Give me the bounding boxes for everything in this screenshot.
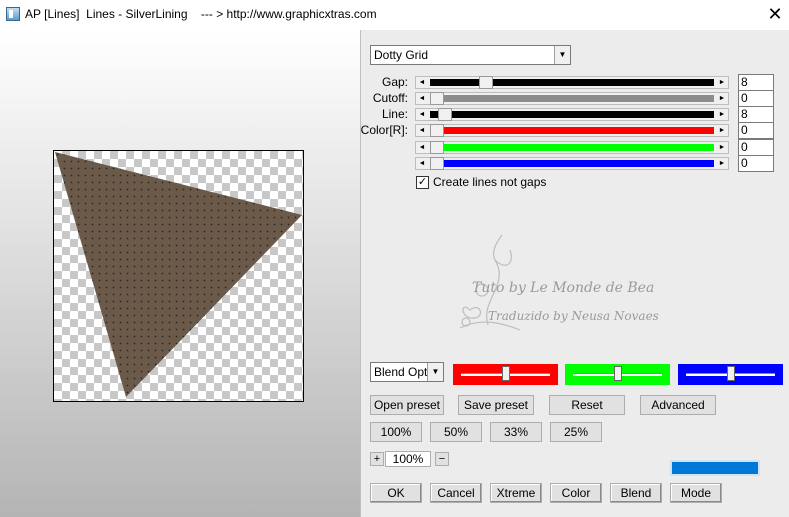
slider-thumb[interactable] — [430, 141, 444, 154]
slider[interactable]: ◄ ► — [415, 124, 729, 137]
color-button[interactable]: Color — [550, 483, 602, 503]
slider[interactable]: ◄ ► — [415, 92, 729, 105]
open-preset-button[interactable]: Open preset — [370, 395, 444, 415]
slider-track[interactable] — [430, 124, 714, 137]
create-lines-checkbox[interactable]: ✓ — [416, 176, 429, 189]
blend-options-value: Blend Optio — [374, 365, 428, 379]
reset-button[interactable]: Reset — [549, 395, 625, 415]
slider-fill — [430, 79, 714, 86]
slider-track[interactable] — [430, 76, 714, 89]
close-button[interactable]: ✕ — [762, 4, 788, 26]
slider-thumb[interactable] — [438, 108, 452, 121]
preview-image — [55, 152, 302, 397]
slider-thumb[interactable] — [430, 92, 444, 105]
slider-left-arrow-icon[interactable]: ◄ — [416, 93, 428, 104]
slider-value-field[interactable]: 0 — [738, 139, 774, 156]
zoom-in-button[interactable]: + — [370, 452, 384, 466]
create-lines-label: Create lines not gaps — [433, 175, 547, 189]
slider-fill — [430, 160, 714, 167]
slider-thumb[interactable] — [430, 157, 444, 170]
preview-panel — [0, 30, 360, 517]
blend-options-select[interactable]: Blend Optio ▼ — [370, 362, 444, 382]
preview-canvas[interactable] — [53, 150, 304, 402]
slider[interactable]: ◄ ► — [415, 76, 729, 89]
zoom-level-field[interactable]: 100% — [385, 451, 431, 467]
slider-label: Gap: — [381, 75, 408, 89]
slider-right-arrow-icon[interactable]: ► — [716, 77, 728, 88]
slider-track[interactable] — [430, 157, 714, 170]
zoom-out-button[interactable]: − — [435, 452, 449, 466]
triangle-shape — [55, 152, 302, 397]
slider-label: Cutoff: — [372, 91, 408, 105]
effect-select[interactable]: Dotty Grid ▼ — [370, 45, 571, 65]
zoom-25-button[interactable]: 25% — [550, 422, 602, 442]
xtreme-button[interactable]: Xtreme — [490, 483, 542, 503]
window-title: AP [Lines] Lines - SilverLining --- > ht… — [25, 7, 377, 21]
slider-left-arrow-icon[interactable]: ◄ — [416, 125, 428, 136]
ok-button[interactable]: OK — [370, 483, 422, 503]
zoom-100-button[interactable]: 100% — [370, 422, 422, 442]
title-bar: AP [Lines] Lines - SilverLining --- > ht… — [0, 0, 789, 30]
slider-fill — [430, 127, 714, 134]
slider-fill — [430, 95, 714, 102]
watermark-line-1: Tuto by Le Monde de Bea — [472, 280, 654, 296]
slider-value-field[interactable]: 0 — [738, 122, 774, 139]
cancel-button[interactable]: Cancel — [430, 483, 482, 503]
slider-label: Line: — [381, 107, 408, 121]
color-slider-thumb[interactable] — [502, 366, 510, 381]
slider[interactable]: ◄ ► — [415, 108, 729, 121]
color-slider[interactable] — [453, 364, 558, 385]
zoom-50-button[interactable]: 50% — [430, 422, 482, 442]
chevron-down-icon[interactable]: ▼ — [554, 46, 570, 64]
slider-thumb[interactable] — [430, 124, 444, 137]
slider-left-arrow-icon[interactable]: ◄ — [416, 158, 428, 169]
slider-thumb[interactable] — [479, 76, 493, 89]
slider-track[interactable] — [430, 141, 714, 154]
watermark-line-2: Traduzido by Neusa Novaes — [488, 309, 659, 323]
slider[interactable]: ◄ ► — [415, 157, 729, 170]
slider-right-arrow-icon[interactable]: ► — [716, 93, 728, 104]
slider-left-arrow-icon[interactable]: ◄ — [416, 109, 428, 120]
slider-value-field[interactable]: 0 — [738, 90, 774, 107]
advanced-button[interactable]: Advanced — [640, 395, 716, 415]
zoom-33-button[interactable]: 33% — [490, 422, 542, 442]
slider-fill — [430, 144, 714, 151]
blend-button[interactable]: Blend — [610, 483, 662, 503]
watermark: Tuto by Le Monde de Bea Traduzido by Neu… — [459, 234, 659, 331]
color-slider-thumb[interactable] — [614, 366, 622, 381]
slider-track[interactable] — [430, 92, 714, 105]
slider-value-field[interactable]: 0 — [738, 155, 774, 172]
slider-right-arrow-icon[interactable]: ► — [716, 158, 728, 169]
slider-track[interactable] — [430, 108, 714, 121]
mode-button[interactable]: Mode — [670, 483, 722, 503]
slider-left-arrow-icon[interactable]: ◄ — [416, 142, 428, 153]
color-slider[interactable] — [565, 364, 670, 385]
slider-right-arrow-icon[interactable]: ► — [716, 142, 728, 153]
slider-value-field[interactable]: 8 — [738, 106, 774, 123]
color-slider-thumb[interactable] — [727, 366, 735, 381]
slider-left-arrow-icon[interactable]: ◄ — [416, 77, 428, 88]
output-color-swatch[interactable] — [670, 460, 760, 476]
color-slider[interactable] — [678, 364, 783, 385]
chevron-down-icon[interactable]: ▼ — [427, 363, 443, 381]
save-preset-button[interactable]: Save preset — [458, 395, 534, 415]
app-icon — [6, 7, 20, 21]
slider-fill — [430, 111, 714, 118]
slider-right-arrow-icon[interactable]: ► — [716, 109, 728, 120]
slider[interactable]: ◄ ► — [415, 141, 729, 154]
effect-select-value: Dotty Grid — [374, 48, 429, 62]
slider-right-arrow-icon[interactable]: ► — [716, 125, 728, 136]
slider-label: Color[R]: — [360, 123, 408, 137]
slider-value-field[interactable]: 8 — [738, 74, 774, 91]
